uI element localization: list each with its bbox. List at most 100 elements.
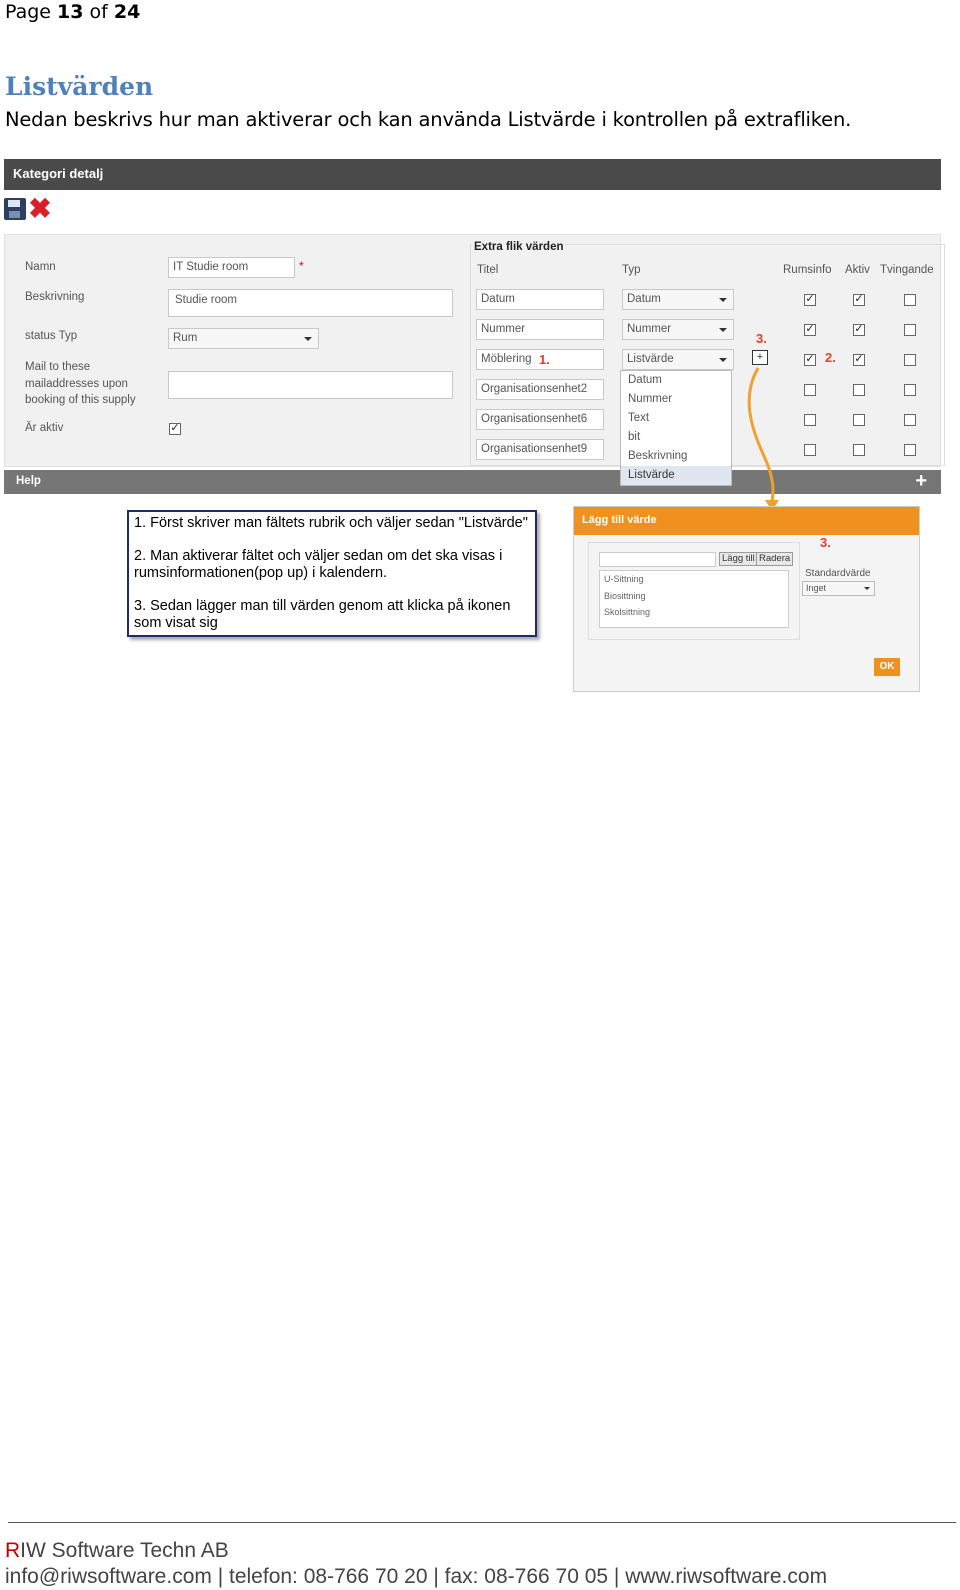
page-label: Page [5, 1, 51, 23]
page-current: 13 [57, 1, 84, 23]
row-typ-select[interactable]: Listvärde [622, 349, 734, 370]
row-typ-select[interactable]: Datum [622, 289, 734, 310]
ar-aktiv-label: Är aktiv [25, 422, 64, 434]
arrow-path [747, 367, 775, 503]
tvingande-checkbox[interactable] [904, 414, 916, 426]
row-typ-value: Nummer [627, 323, 672, 335]
dropdown-option[interactable]: Text [621, 409, 731, 428]
arrow-connector [747, 367, 779, 511]
dropdown-option[interactable]: Nummer [621, 390, 731, 409]
col-tvingande: Tvingande [880, 264, 934, 276]
instructions-box: 1. Först skriver man fältets rubrik och … [127, 510, 537, 637]
mail-label-line: mailaddresses upon [25, 377, 128, 390]
list-item[interactable]: Skolsittning [600, 604, 788, 621]
company-name: RIW Software Techn AB [5, 1539, 229, 1563]
add-value-icon[interactable]: + [752, 350, 768, 365]
row-titel-input[interactable]: Organisationsenhet2 [476, 379, 604, 400]
footer-divider [8, 1522, 956, 1523]
help-label: Help [16, 475, 41, 487]
ar-aktiv-checkbox[interactable]: ✓ [169, 423, 181, 435]
dialog-title: Lägg till värde [574, 507, 919, 535]
section-title: Listvärden [5, 72, 154, 101]
rumsinfo-checkbox[interactable] [804, 384, 816, 396]
col-aktiv: Aktiv [845, 264, 870, 276]
row-typ-value: Listvärde [627, 353, 674, 365]
row-titel-input[interactable]: Organisationsenhet6 [476, 409, 604, 430]
aktiv-checkbox[interactable] [853, 384, 865, 396]
company-rest: IW Software Techn AB [20, 1539, 229, 1562]
dropdown-option[interactable]: bit [621, 428, 731, 447]
rumsinfo-checkbox[interactable]: ✓ [804, 354, 816, 366]
chevron-down-icon [719, 328, 727, 332]
mail-label-line: booking of this supply [25, 394, 136, 406]
add-button[interactable]: Lägg till [719, 552, 758, 566]
rumsinfo-checkbox[interactable]: ✓ [804, 294, 816, 306]
col-typ: Typ [622, 264, 641, 276]
typ-dropdown-list: Datum Nummer Text bit Beskrivning Listvä… [620, 370, 732, 486]
aktiv-checkbox[interactable]: ✓ [853, 354, 865, 366]
ok-button[interactable]: OK [874, 658, 900, 676]
tvingande-checkbox[interactable] [904, 444, 916, 456]
required-mark: * [299, 259, 304, 273]
help-bar[interactable]: Help + [4, 470, 941, 494]
mail-label-line: Mail to these [25, 361, 91, 373]
tvingande-checkbox[interactable] [904, 384, 916, 396]
dropdown-option[interactable]: Datum [621, 371, 731, 390]
expand-icon[interactable]: + [915, 470, 927, 492]
instruction-step-2: 2. Man aktiverar fältet och väljer sedan… [134, 548, 503, 581]
intro-text: Nedan beskrivs hur man aktiverar och kan… [5, 108, 852, 131]
delete-button[interactable]: Radera [756, 552, 794, 566]
value-list: U-Sittning Biosittning Skolsittning [599, 570, 789, 628]
standard-value-label: Standardvärde [805, 568, 871, 579]
dropdown-option[interactable]: Beskrivning [621, 447, 731, 466]
instruction-step-1: 1. Först skriver man fältets rubrik och … [134, 515, 528, 531]
save-icon[interactable] [4, 198, 26, 220]
mail-input[interactable] [168, 371, 453, 399]
beskrivning-label: Beskrivning [25, 291, 85, 303]
beskrivning-input[interactable]: Studie room [168, 289, 453, 317]
close-icon[interactable]: ✖ [28, 195, 52, 223]
namn-input[interactable]: IT Studie room [168, 257, 295, 278]
extra-values-title: Extra flik värden [472, 241, 566, 253]
tvingande-checkbox[interactable] [904, 324, 916, 336]
rumsinfo-checkbox[interactable] [804, 414, 816, 426]
row-typ-select[interactable]: Nummer [622, 319, 734, 340]
rumsinfo-checkbox[interactable]: ✓ [804, 324, 816, 336]
standard-value-select[interactable]: Inget [802, 581, 875, 596]
aktiv-checkbox[interactable] [853, 444, 865, 456]
dropdown-option-selected[interactable]: Listvärde [621, 466, 731, 485]
status-typ-value: Rum [173, 332, 198, 344]
row-titel-input[interactable]: Organisationsenhet9 [476, 439, 604, 460]
list-item[interactable]: Biosittning [600, 588, 788, 605]
tvingande-checkbox[interactable] [904, 354, 916, 366]
chevron-down-icon [864, 587, 870, 590]
aktiv-checkbox[interactable] [853, 414, 865, 426]
col-titel: Titel [477, 264, 499, 276]
value-input[interactable] [599, 552, 716, 567]
tvingande-checkbox[interactable] [904, 294, 916, 306]
company-initial: R [5, 1539, 21, 1562]
status-typ-select[interactable]: Rum [168, 328, 319, 349]
add-value-dialog: Lägg till värde Lägg till Radera 3. U-Si… [573, 506, 920, 692]
page-of: of [89, 1, 108, 23]
toolbar: ✖ [4, 195, 52, 226]
row-titel-input[interactable]: Datum [476, 289, 604, 310]
rumsinfo-checkbox[interactable] [804, 444, 816, 456]
step-marker-2: 2. [825, 350, 836, 365]
page-total: 24 [113, 1, 141, 23]
step-marker-3: 3. [756, 331, 767, 346]
row-typ-value: Datum [627, 293, 661, 305]
mail-label: Mail to these mailaddresses upon booking… [25, 359, 136, 409]
col-rumsinfo: Rumsinfo [783, 264, 832, 276]
status-typ-label: status Typ [25, 330, 78, 342]
namn-label: Namn [25, 261, 56, 273]
page-number: Page 13 of 24 [5, 1, 140, 23]
list-item[interactable]: U-Sittning [600, 571, 788, 588]
step-marker-1: 1. [539, 352, 550, 367]
row-titel-input[interactable]: Nummer [476, 319, 604, 340]
panel-header: Kategori detalj [4, 159, 941, 190]
contact-line: info@riwsoftware.com | telefon: 08-766 7… [5, 1565, 828, 1588]
aktiv-checkbox[interactable]: ✓ [853, 294, 865, 306]
aktiv-checkbox[interactable]: ✓ [853, 324, 865, 336]
chevron-down-icon [719, 358, 727, 362]
